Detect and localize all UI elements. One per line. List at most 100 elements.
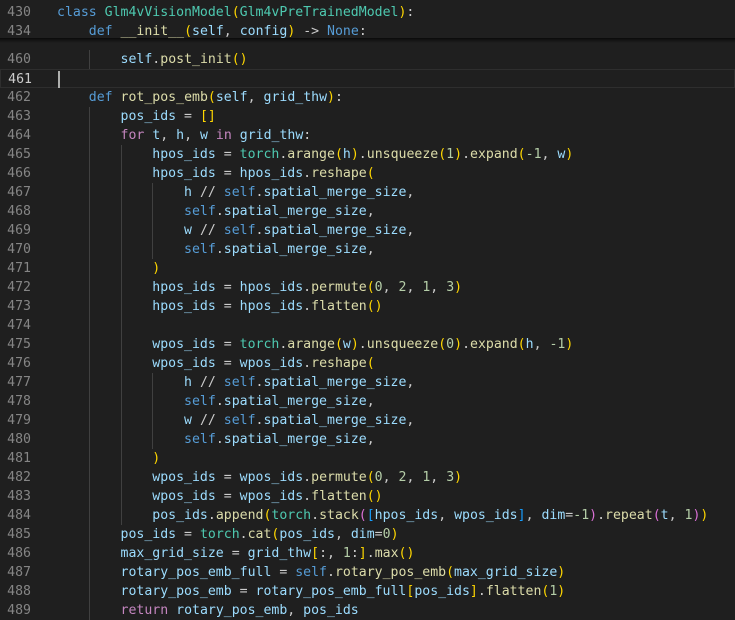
line-number: 480 [7,432,31,447]
code-token: rotary_pos_emb [334,565,447,580]
code-line[interactable]: 465 hpos_ids = torch.arange(h).unsqueeze… [0,145,735,164]
code-token: . [358,337,367,352]
code-line[interactable]: 464 for t, h, w in grid_thw: [0,126,735,145]
code-token: . [303,166,312,181]
code-token: ( [517,337,526,352]
code-line[interactable]: 485 pos_ids = torch.cat(pos_ids, dim=0) [0,525,735,544]
code-token: , [430,470,447,485]
code-token: = [215,280,240,295]
line-code: hpos_ids = hpos_ids.flatten() [57,297,382,316]
code-token: wpos_ids [239,470,304,485]
code-line[interactable]: 480 self.spatial_merge_size, [0,430,735,449]
line-number: 468 [7,204,31,219]
code-token: . [462,337,471,352]
code-token: permute [311,280,367,295]
code-token: None [327,24,359,39]
line-number: 461 [8,72,32,87]
code-token: cat [247,527,272,542]
code-line[interactable]: 481 ) [0,449,735,468]
code-line[interactable]: 477 h // self.spatial_merge_size, [0,373,735,392]
code-token: spatial_merge_size [263,413,407,428]
code-line[interactable]: 460 self.post_init() [0,50,735,69]
line-code: for t, h, w in grid_thw: [57,126,312,145]
code-token: max [374,546,399,561]
code-line[interactable]: 468 self.spatial_merge_size, [0,202,735,221]
code-line[interactable]: 470 self.spatial_merge_size, [0,240,735,259]
code-token: rotary_pos_emb_full [120,565,272,580]
code-token: post_init [160,52,232,67]
code-line[interactable]: 474 [0,316,735,335]
code-line[interactable]: 476 wpos_ids = wpos_ids.reshape( [0,354,735,373]
code-line[interactable]: 466 hpos_ids = hpos_ids.reshape( [0,164,735,183]
code-line[interactable]: 462 def rot_pos_emb(self, grid_thw): [0,88,735,107]
line-code: self.spatial_merge_size, [57,240,375,259]
code-token: : [303,128,312,143]
code-token: , [438,508,455,523]
line-number: 484 [7,508,31,523]
line-number: 482 [7,470,31,485]
line-number: 467 [7,185,31,200]
code-token: . [215,204,224,219]
code-token: = [176,109,200,124]
code-token: ( [184,24,193,39]
line-code: h // self.spatial_merge_size, [57,373,414,392]
code-token: . [477,584,486,599]
line-number: 478 [7,394,31,409]
code-line[interactable]: 486 max_grid_size = grid_thw[:, 1:].max(… [0,544,735,563]
code-token: [ [199,109,208,124]
code-token: , [366,204,375,219]
code-token: stack [319,508,359,523]
code-line[interactable]: 472 hpos_ids = hpos_ids.permute(0, 2, 1,… [0,278,735,297]
code-line[interactable]: 488 rotary_pos_emb = rotary_pos_emb_full… [0,582,735,601]
code-token: // [192,223,224,238]
code-token: . [215,394,224,409]
code-line[interactable]: 484 pos_ids.append(torch.stack([hpos_ids… [0,506,735,525]
code-token: repeat [605,508,653,523]
code-line[interactable]: 473 hpos_ids = hpos_ids.flatten() [0,297,735,316]
code-token: , [406,223,415,238]
code-token: ) [374,489,383,504]
code-token: self [192,24,224,39]
code-line[interactable]: 482 wpos_ids = wpos_ids.permute(0, 2, 1,… [0,468,735,487]
code-token: wpos_ids [152,470,216,485]
code-line[interactable]: 479 w // self.spatial_merge_size, [0,411,735,430]
code-token: , [366,432,375,447]
code-line[interactable]: 478 self.spatial_merge_size, [0,392,735,411]
code-line[interactable]: 489 return rotary_pos_emb, pos_ids [0,601,735,620]
line-code: class Glm4vVisionModel(Glm4vPreTrainedMo… [57,3,414,22]
code-token: ( [652,508,661,523]
code-editor[interactable]: 460 self.post_init() 461 462 def rot_pos_e… [0,0,735,620]
code-token: ( [231,5,240,20]
code-token: ) [406,546,415,561]
code-line[interactable]: 461 [0,69,735,88]
sticky-line[interactable]: 430 class Glm4vVisionModel(Glm4vPreTraine… [0,3,735,22]
code-token: ] [207,109,216,124]
code-line[interactable]: 469 w // self.spatial_merge_size, [0,221,735,240]
code-line[interactable]: 487 rotary_pos_emb_full = self.rotary_po… [0,563,735,582]
code-token: ( [366,299,375,314]
code-token: reshape [311,356,367,371]
code-token: ( [366,470,375,485]
code-token: flatten [485,584,542,599]
code-token: . [303,280,312,295]
code-token: ) [152,451,161,466]
code-token: 1 [446,147,455,162]
code-token: . [358,147,367,162]
code-token: hpos_ids [239,299,304,314]
code-line[interactable]: 483 wpos_ids = wpos_ids.flatten() [0,487,735,506]
code-token: Glm4vPreTrainedModel [239,5,399,20]
code-line[interactable]: 467 h // self.spatial_merge_size, [0,183,735,202]
code-line[interactable]: 475 wpos_ids = torch.arange(w).unsqueeze… [0,335,735,354]
code-line[interactable]: 463 pos_ids = [] [0,107,735,126]
code-token: // [192,185,224,200]
code-token: wpos_ids [152,356,216,371]
text-cursor [58,71,60,88]
code-token: max_grid_size [454,565,558,580]
code-line[interactable]: 471 ) [0,259,735,278]
